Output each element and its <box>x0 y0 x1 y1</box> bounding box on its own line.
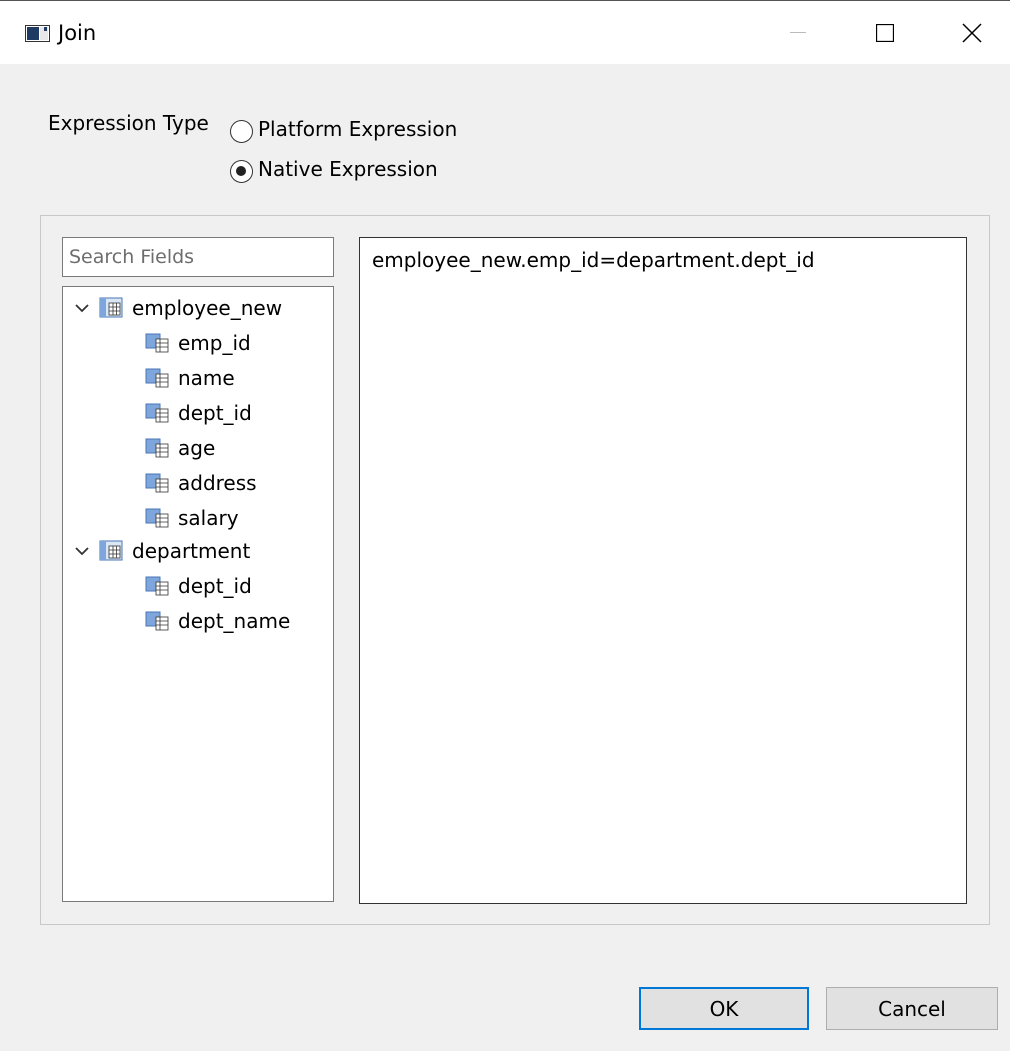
app-icon <box>25 25 50 42</box>
close-icon <box>962 23 982 43</box>
ok-button[interactable]: OK <box>639 987 809 1030</box>
table-icon <box>99 297 123 318</box>
chevron-down-icon[interactable] <box>73 299 91 317</box>
tree-field-dept-name[interactable]: dept_name <box>145 605 290 637</box>
tree-field-dept-id[interactable]: dept_id <box>145 570 252 602</box>
tree-field-emp-id[interactable]: emp_id <box>145 327 251 359</box>
native-expression-label[interactable]: Native Expression <box>258 157 438 181</box>
field-label: name <box>178 366 235 390</box>
title-bar[interactable]: Join <box>0 0 1010 64</box>
tree-node-label: department <box>132 539 251 563</box>
field-label: salary <box>178 506 239 530</box>
tree-field-dept-id[interactable]: dept_id <box>145 397 252 429</box>
field-label: dept_id <box>178 574 252 598</box>
expression-text[interactable]: employee_new.emp_id=department.dept_id <box>372 248 815 272</box>
table-icon <box>99 540 123 561</box>
tree-field-age[interactable]: age <box>145 432 215 464</box>
tree-field-address[interactable]: address <box>145 467 257 499</box>
expression-type-label: Expression Type <box>48 111 209 135</box>
column-icon <box>145 403 169 423</box>
field-label: emp_id <box>178 331 251 355</box>
platform-expression-radio[interactable] <box>230 120 253 143</box>
field-tree[interactable]: employee_new emp_id name dept_id age add… <box>62 286 334 902</box>
field-label: dept_name <box>178 609 291 633</box>
tree-field-salary[interactable]: salary <box>145 502 239 534</box>
field-label: dept_id <box>178 401 252 425</box>
column-icon <box>145 508 169 528</box>
expression-editor[interactable]: employee_new.emp_id=department.dept_id <box>359 237 967 904</box>
column-icon <box>145 333 169 353</box>
column-icon <box>145 473 169 493</box>
minimize-button[interactable] <box>770 11 826 55</box>
column-icon <box>145 611 169 631</box>
join-dialog: Join Expression Type Platform Expression… <box>0 0 1010 1051</box>
field-label: address <box>178 471 257 495</box>
tree-field-name[interactable]: name <box>145 362 235 394</box>
column-icon <box>145 576 169 596</box>
maximize-button[interactable] <box>857 11 913 55</box>
tree-node-employee-new[interactable]: employee_new <box>73 292 282 324</box>
maximize-icon <box>876 24 894 42</box>
platform-expression-label[interactable]: Platform Expression <box>258 117 457 141</box>
column-icon <box>145 438 169 458</box>
cancel-button[interactable]: Cancel <box>826 987 998 1030</box>
close-button[interactable] <box>944 11 1000 55</box>
native-expression-radio[interactable] <box>230 160 253 183</box>
tree-node-label: employee_new <box>132 296 283 320</box>
chevron-down-icon[interactable] <box>73 542 91 560</box>
search-fields-input[interactable]: Search Fields <box>62 237 334 277</box>
window-title: Join <box>58 21 97 45</box>
tree-node-department[interactable]: department <box>73 535 250 567</box>
column-icon <box>145 368 169 388</box>
minimize-icon <box>790 32 806 33</box>
field-label: age <box>178 436 216 460</box>
